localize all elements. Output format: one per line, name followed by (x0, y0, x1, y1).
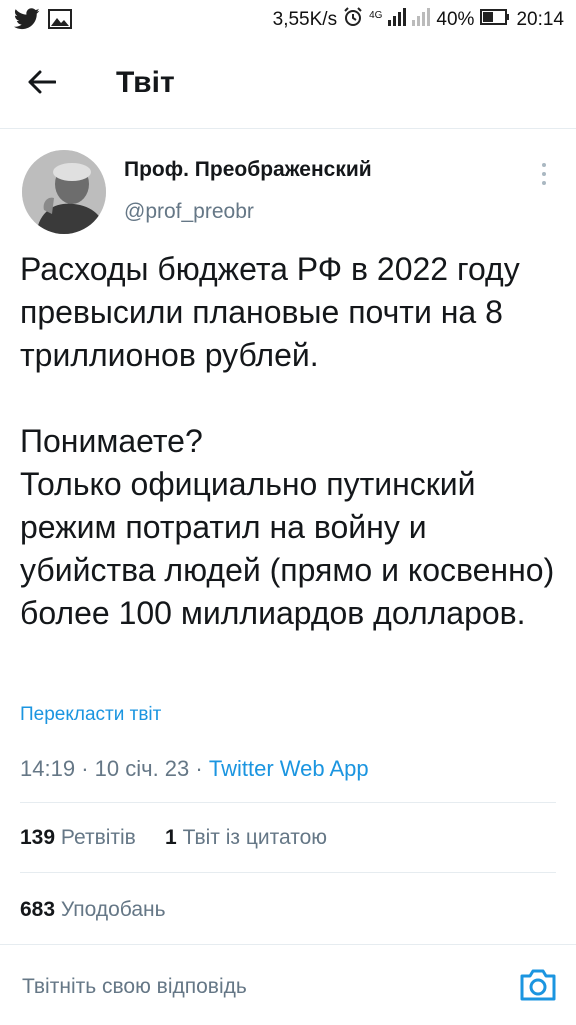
back-button[interactable] (20, 62, 64, 106)
clock: 20:14 (516, 9, 564, 30)
camera-button[interactable] (518, 967, 558, 1003)
status-bar-left (13, 8, 72, 35)
tweet-source-app[interactable]: Twitter Web App (209, 756, 369, 781)
arrow-left-icon (28, 70, 57, 99)
divider (20, 802, 556, 803)
retweets-stat[interactable]: 139 Ретвітів (20, 826, 136, 849)
signal-icon (388, 8, 407, 32)
likes-stats: 683 Уподобань (20, 898, 166, 922)
likes-stat[interactable]: 683 Уподобань (20, 898, 166, 921)
status-bar: 3,55K/s 4G 40% 20:14 (0, 0, 576, 40)
reply-input[interactable]: Твітніть свою відповідь (22, 975, 247, 999)
tweet-date: 10 січ. 23 (94, 756, 190, 781)
tweet-time: 14:19 (20, 756, 76, 781)
likes-label: Уподобань (60, 898, 166, 921)
translate-tweet-link[interactable]: Перекласти твіт (20, 704, 161, 726)
retweets-label: Ретвітів (60, 826, 136, 849)
likes-count: 683 (20, 898, 56, 921)
retweets-count: 139 (20, 826, 56, 849)
dot (542, 172, 546, 176)
author-name[interactable]: Проф. Преображенский (124, 158, 372, 182)
meta-separator: · (195, 756, 203, 781)
status-bar-right: 3,55K/s 4G 40% 20:14 (273, 7, 564, 33)
signal-empty-icon (412, 8, 431, 32)
divider (20, 872, 556, 873)
dot (542, 181, 546, 185)
tweet-text: Расходы бюджета РФ в 2022 году превысили… (20, 251, 555, 631)
app-header: Твіт (0, 40, 576, 129)
quotes-count: 1 (165, 826, 177, 849)
camera-icon (518, 969, 558, 1007)
more-options-button[interactable] (532, 160, 556, 188)
page-title: Твіт (116, 66, 175, 99)
meta-separator: · (81, 756, 89, 781)
battery-percent: 40% (436, 9, 475, 30)
twitter-icon (13, 8, 40, 35)
image-icon (48, 9, 72, 34)
avatar[interactable] (22, 150, 106, 234)
network-type: 4G (369, 9, 383, 21)
author-handle[interactable]: @prof_preobr (124, 200, 254, 224)
quotes-label: Твіт із цитатою (182, 826, 328, 849)
quotes-stat[interactable]: 1 Твіт із цитатою (165, 826, 327, 849)
dot (542, 163, 546, 167)
battery-icon (480, 9, 510, 31)
retweet-stats: 139 Ретвітів 1 Твіт із цитатою (20, 826, 327, 850)
reply-bar: Твітніть свою відповідь (0, 944, 576, 1025)
net-speed: 3,55K/s (272, 9, 338, 30)
alarm-icon (343, 7, 363, 33)
tweet-meta: 14:19 · 10 січ. 23 · Twitter Web App (20, 756, 369, 782)
